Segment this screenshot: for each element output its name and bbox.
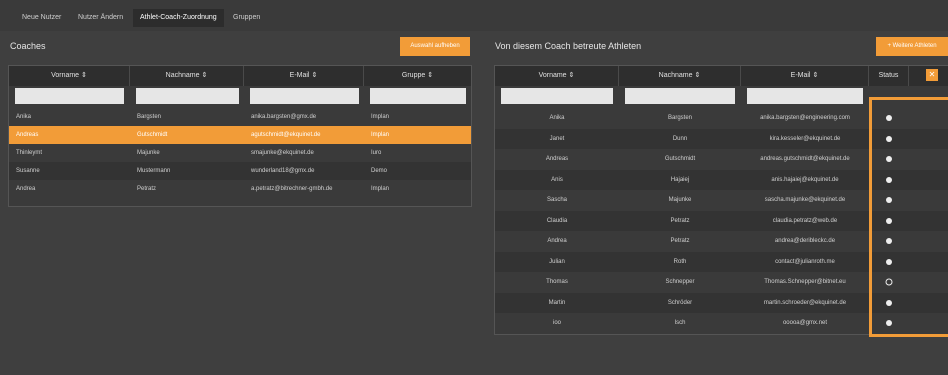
cell-nachname: Petratz [670, 217, 690, 224]
cell-email: anis.hajaiej@ekquinet.de [771, 176, 839, 183]
top-nav-bar: Neue Nutzer Nutzer Ändern Athlet-Coach-Z… [0, 0, 948, 31]
sort-icon[interactable]: ⇕ [201, 72, 207, 79]
add-athletes-button[interactable]: + Weitere Athleten [876, 37, 948, 56]
filter-gruppe-input[interactable] [370, 88, 466, 104]
col-header-email[interactable]: E-Mail ⇕ [741, 66, 869, 86]
cell-email: anika.bargsten@gmx.de [251, 114, 317, 120]
col-header-nachname[interactable]: Nachname ⇕ [130, 66, 244, 86]
filter-email-input[interactable] [747, 88, 863, 104]
cell-email: kira.kesseler@ekquinet.de [769, 135, 841, 142]
table-row[interactable]: Susanne Mustermann wunderland18@gmx.de Demo [9, 162, 471, 180]
sort-icon[interactable]: ⇕ [427, 72, 433, 79]
col-header-status: Status [869, 66, 909, 86]
cell-nachname: Schnepper [665, 279, 695, 286]
col-header-email[interactable]: E-Mail ⇕ [244, 66, 364, 86]
cell-email: a.petratz@bitrechner-gmbh.de [251, 186, 333, 192]
cell-vorname: Anika [549, 115, 565, 122]
cell-vorname: ioo [552, 320, 561, 327]
cell-vorname: Anis [551, 176, 563, 183]
cell-vorname: Julian [549, 258, 565, 265]
tab-groups[interactable]: Gruppen [226, 9, 267, 27]
col-header-nachname[interactable]: Nachname ⇕ [619, 66, 741, 86]
cell-gruppe: Implan [371, 114, 390, 120]
cell-nachname: Petratz [670, 238, 690, 245]
cell-vorname: Claudia [546, 217, 568, 224]
cell-email: contact@julianroth.me [775, 258, 835, 265]
cell-email: ooooa@gmx.net [782, 320, 828, 327]
sort-icon[interactable]: ⇕ [694, 72, 700, 79]
cell-nachname: Isch [674, 320, 686, 327]
cell-vorname: Thomas [546, 279, 568, 286]
cell-vorname: Sascha [546, 197, 567, 204]
coaches-table-header: Vorname ⇕ Nachname ⇕ E-Mail ⇕ Gruppe ⇕ [9, 66, 471, 86]
cell-nachname: Schröder [667, 299, 693, 306]
sort-icon[interactable]: ⇕ [311, 72, 317, 79]
athletes-table-header: Vorname ⇕ Nachname ⇕ E-Mail ⇕ Status [495, 66, 948, 86]
clear-selection-button[interactable]: Auswahl aufheben [400, 37, 470, 56]
cell-vorname: Andrea [547, 238, 567, 245]
cell-gruppe: Implan [371, 186, 390, 192]
cell-email: anika.bargsten@engineering.com [760, 115, 850, 122]
coaches-table: Vorname ⇕ Nachname ⇕ E-Mail ⇕ Gruppe ⇕ A… [8, 65, 472, 207]
filter-vorname-input[interactable] [501, 88, 613, 104]
filter-nachname-input[interactable] [136, 88, 239, 104]
coaches-title: Coaches [10, 41, 46, 51]
cell-email: Thomas.Schnepper@bitnet.eu [764, 279, 846, 286]
filter-vorname-input[interactable] [15, 88, 124, 104]
tab-new-users[interactable]: Neue Nutzer [15, 9, 68, 27]
cell-vorname: Andreas [16, 132, 39, 138]
cell-nachname: Majunke [668, 197, 692, 204]
sort-icon[interactable]: ⇕ [81, 72, 87, 79]
tab-athlete-coach-assignment[interactable]: Athlet-Coach-Zuordnung [133, 9, 224, 27]
sort-icon[interactable]: ⇕ [569, 72, 575, 79]
cell-nachname: Bargsten [137, 114, 162, 120]
table-row[interactable]: Andrea Petratz a.petratz@bitrechner-gmbh.d… [9, 180, 471, 198]
athletes-title: Von diesem Coach betreute Athleten [495, 41, 642, 51]
tab-edit-users[interactable]: Nutzer Ändern [71, 9, 130, 27]
cell-email: andrea@deribleckc.de [774, 238, 836, 245]
cell-vorname: Andreas [545, 156, 569, 163]
close-icon[interactable]: ✕ [926, 69, 938, 81]
col-header-vorname[interactable]: Vorname ⇕ [9, 66, 130, 86]
cell-gruppe: Implan [371, 132, 390, 138]
cell-email: claudia.petratz@web.de [772, 217, 838, 224]
cell-nachname: Petratz [137, 186, 157, 192]
cell-nachname: Hajaiej [670, 176, 690, 183]
cell-vorname: Janet [549, 135, 565, 142]
cell-email: martin.schroeder@ekquinet.de [763, 299, 847, 306]
cell-email: wunderland18@gmx.de [251, 168, 315, 174]
sort-icon[interactable]: ⇕ [812, 72, 818, 79]
cell-gruppe: Iuro [371, 150, 382, 156]
filter-email-input[interactable] [250, 88, 359, 104]
cell-vorname: Anika [16, 114, 32, 120]
status-highlight-box [869, 97, 948, 337]
table-row[interactable]: Anika Bargsten anika.bargsten@gmx.de Implan [9, 108, 471, 126]
table-row[interactable]: Thinleymt Majunke smajunke@ekquinet.de Iuro [9, 144, 471, 162]
cell-email: andreas.gutschmidt@ekquinet.de [760, 156, 850, 163]
filter-nachname-input[interactable] [625, 88, 735, 104]
table-row[interactable]: Andreas Gutschmidt agutschmidt@ekquinet.de… [9, 126, 471, 144]
col-header-vorname[interactable]: Vorname ⇕ [495, 66, 619, 86]
cell-nachname: Roth [673, 258, 687, 265]
cell-nachname: Gutschmidt [137, 132, 168, 138]
cell-vorname: Susanne [16, 168, 40, 174]
cell-nachname: Dunn [672, 135, 688, 142]
cell-vorname: Martin [548, 299, 566, 306]
cell-nachname: Mustermann [137, 168, 171, 174]
cell-email: sascha.majunke@ekquinet.de [764, 197, 846, 204]
col-header-gruppe[interactable]: Gruppe ⇕ [364, 66, 471, 86]
cell-email: agutschmidt@ekquinet.de [251, 132, 321, 138]
cell-nachname: Bargsten [667, 115, 692, 122]
cell-gruppe: Demo [371, 168, 388, 174]
coaches-filter-row [9, 86, 471, 108]
cell-vorname: Andrea [16, 186, 36, 192]
cell-nachname: Gutschmidt [664, 156, 696, 163]
cell-nachname: Majunke [137, 150, 160, 156]
cell-vorname: Thinleymt [16, 150, 43, 156]
cell-email: smajunke@ekquinet.de [251, 150, 314, 156]
